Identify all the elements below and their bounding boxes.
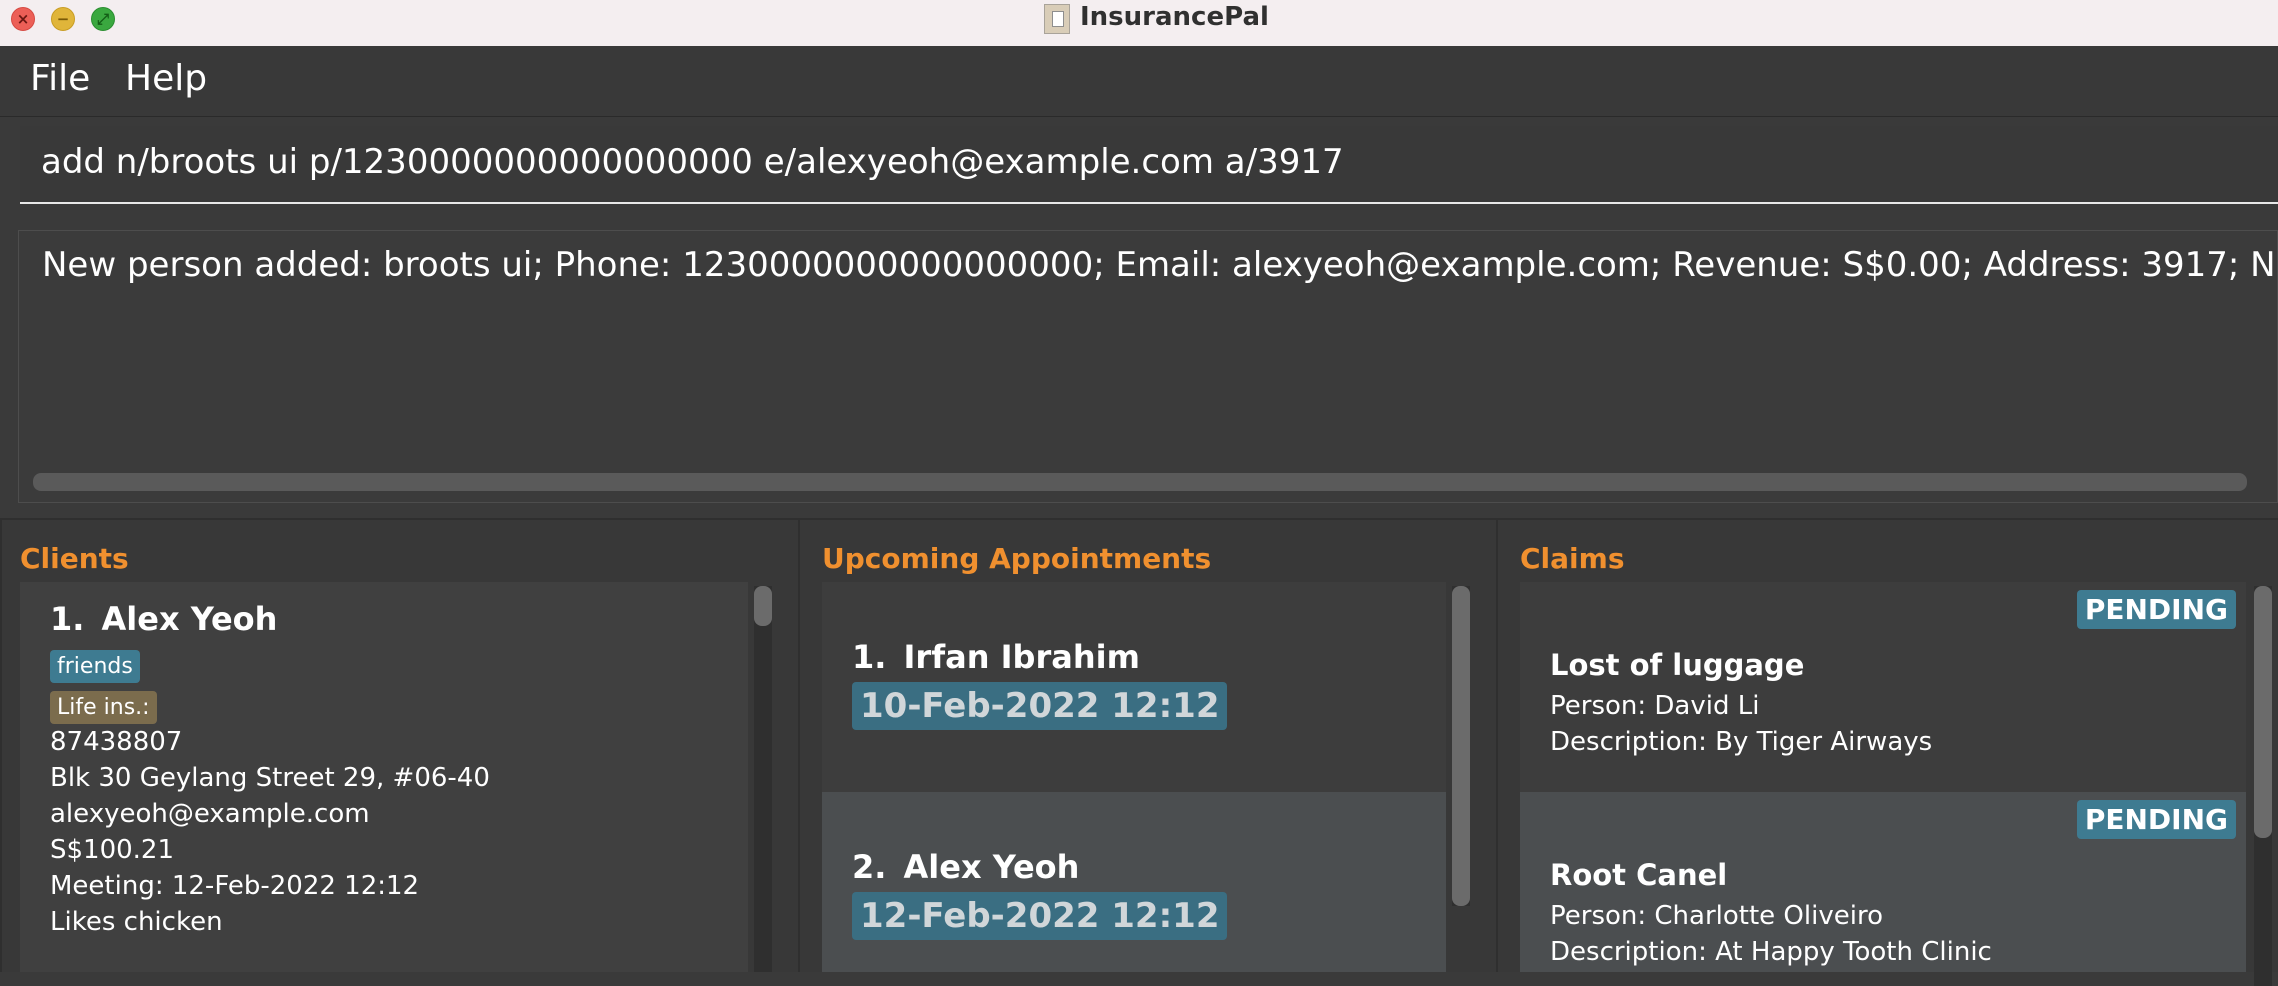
appointments-list: 1. Irfan Ibrahim 10-Feb-2022 12:12 2. Al…: [822, 582, 1446, 972]
claim-status-badge: PENDING: [2076, 590, 2236, 629]
clients-list: 1. Alex Yeoh friends Life ins.: 87438807…: [20, 582, 748, 972]
clients-scrollbar[interactable]: [754, 586, 772, 972]
appointment-index: 2.: [852, 848, 887, 886]
title-bar: × − ⤢ InsurancePal: [0, 0, 2278, 47]
window-title: InsurancePal: [1080, 2, 1269, 32]
result-text: New person added: broots ui; Phone: 1230…: [42, 245, 2278, 285]
appointment-datetime: 10-Feb-2022 12:12: [852, 682, 1228, 730]
maximize-window-button[interactable]: ⤢: [91, 7, 115, 31]
appointment-datetime: 12-Feb-2022 12:12: [852, 892, 1228, 940]
appointments-scroll-thumb[interactable]: [1452, 586, 1470, 906]
claim-card[interactable]: PENDING Root Canel Person: Charlotte Oli…: [1520, 792, 2246, 972]
claims-scroll-thumb[interactable]: [2254, 586, 2272, 838]
claim-description: Description: At Happy Tooth Clinic: [1550, 937, 1992, 967]
client-note: Likes chicken: [50, 907, 223, 937]
app-icon: [1044, 4, 1070, 34]
client-card[interactable]: 1. Alex Yeoh friends Life ins.: 87438807…: [50, 600, 490, 940]
menu-bar: File Help: [0, 46, 2278, 117]
client-revenue: S$100.21: [50, 835, 175, 865]
claims-panel: Claims PENDING Lost of luggage Person: D…: [1496, 518, 2278, 986]
client-insurance-tag: Life ins.:: [50, 691, 157, 724]
claim-person: Person: Charlotte Oliveiro: [1550, 901, 1883, 931]
claim-title: Root Canel: [1550, 858, 1728, 892]
client-name: Alex Yeoh: [101, 600, 278, 638]
clients-header: Clients: [20, 542, 129, 575]
appointment-name: Irfan Ibrahim: [903, 638, 1140, 676]
fullscreen-icon: ⤢: [96, 10, 109, 28]
appointment-card[interactable]: 2. Alex Yeoh 12-Feb-2022 12:12: [822, 792, 1446, 972]
appointments-panel: Upcoming Appointments 1. Irfan Ibrahim 1…: [798, 518, 1498, 972]
claim-status-badge: PENDING: [2076, 800, 2236, 839]
client-email: alexyeoh@example.com: [50, 799, 370, 829]
close-icon: ×: [16, 10, 30, 28]
client-index: 1.: [50, 600, 85, 638]
appointment-card[interactable]: 1. Irfan Ibrahim 10-Feb-2022 12:12: [822, 582, 1446, 792]
appointments-header: Upcoming Appointments: [822, 542, 1212, 575]
horizontal-scrollbar[interactable]: [33, 473, 2247, 491]
clients-scroll-thumb[interactable]: [754, 586, 772, 626]
command-input-text[interactable]: add n/broots ui p/1230000000000000000 e/…: [41, 142, 1344, 182]
appointments-scrollbar[interactable]: [1452, 586, 1470, 906]
minimize-window-button[interactable]: −: [51, 7, 75, 31]
claims-scrollbar[interactable]: [2254, 586, 2272, 986]
minimize-icon: −: [56, 10, 70, 28]
claim-description: Description: By Tiger Airways: [1550, 727, 1933, 757]
client-address: Blk 30 Geylang Street 29, #06-40: [50, 763, 490, 793]
client-meeting: Meeting: 12-Feb-2022 12:12: [50, 871, 420, 901]
claims-list: PENDING Lost of luggage Person: David Li…: [1520, 582, 2246, 972]
claims-header: Claims: [1520, 542, 1625, 575]
claim-title: Lost of luggage: [1550, 648, 1805, 682]
appointment-index: 1.: [852, 638, 887, 676]
appointment-name: Alex Yeoh: [903, 848, 1080, 886]
claim-card[interactable]: PENDING Lost of luggage Person: David Li…: [1520, 582, 2246, 792]
close-window-button[interactable]: ×: [11, 7, 35, 31]
command-input[interactable]: add n/broots ui p/1230000000000000000 e/…: [20, 126, 2278, 204]
client-tag: friends: [50, 650, 140, 683]
menu-file[interactable]: File: [30, 58, 90, 99]
claim-person: Person: David Li: [1550, 691, 1760, 721]
result-display: New person added: broots ui; Phone: 1230…: [18, 230, 2278, 503]
menu-help[interactable]: Help: [125, 58, 207, 99]
clients-panel: Clients 1. Alex Yeoh friends Life ins.: …: [0, 518, 798, 972]
client-phone: 87438807: [50, 727, 183, 757]
